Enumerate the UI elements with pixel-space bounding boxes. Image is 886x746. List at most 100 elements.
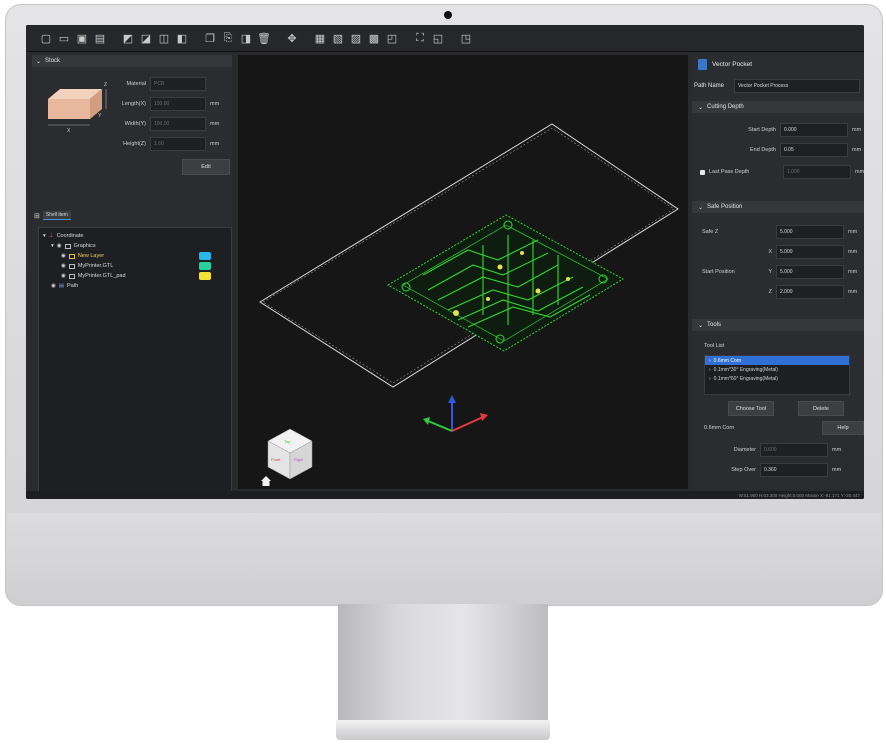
tool-name: 0.1mm*30° Engraving(Metal) [713, 366, 778, 373]
eye-icon[interactable]: ◉ [61, 263, 66, 269]
collapse-icon[interactable]: ▾ [51, 243, 54, 249]
z-field[interactable]: 2.000 [776, 285, 844, 299]
diameter-field[interactable]: 0.600 [760, 443, 828, 457]
new-file-icon[interactable]: ▢ [38, 30, 54, 46]
last-pass-row: Last Pass Depth 1.000 mm [700, 165, 864, 179]
copy-icon[interactable]: ❐ [202, 30, 218, 46]
safe-z-field[interactable]: 5.000 [776, 225, 844, 239]
axis-z-label: Z [104, 82, 107, 88]
cube-front-label: Front [271, 457, 281, 462]
chevron-down-icon: ⌄ [698, 322, 704, 329]
ungroup-icon[interactable]: ▨ [348, 30, 364, 46]
open-folder-icon[interactable]: ▭ [56, 30, 72, 46]
length-field[interactable]: 100.00 [150, 97, 206, 111]
layer-icon [68, 273, 75, 279]
chevron-down-icon: ⌄ [698, 104, 704, 111]
unit-label: mm [832, 467, 842, 473]
cutting-depth-header[interactable]: ⌄ Cutting Depth [692, 101, 864, 113]
tree-item-label: Coordinate [56, 233, 84, 239]
mirror-icon[interactable]: ◨ [238, 30, 254, 46]
unit-label: mm [855, 169, 864, 175]
edit-button[interactable]: Edit [182, 159, 230, 175]
eye-icon[interactable]: ◉ [57, 243, 62, 249]
preview-icon[interactable]: ◱ [430, 30, 446, 46]
fit-view-icon[interactable]: ⛶ [412, 30, 428, 46]
3d-viewport[interactable]: Top Front Right [238, 55, 688, 489]
x-field[interactable]: 5.000 [776, 245, 844, 259]
safe-position-header[interactable]: ⌄ Safe Position [692, 201, 864, 213]
eye-icon[interactable]: ◉ [61, 273, 66, 279]
stock-header[interactable]: ⌄ Stock [32, 55, 232, 67]
tree-item-new-layer[interactable]: ◉ New Layer [61, 253, 104, 259]
last-pass-label: Last Pass Depth [709, 169, 750, 175]
material-row: Material PCB [116, 77, 206, 91]
tree-item-path[interactable]: ◉ ▤ Path [51, 283, 78, 289]
eye-icon[interactable]: ◉ [61, 253, 66, 259]
import-image-icon[interactable]: ◪ [138, 30, 154, 46]
tool-list-label: Tool List [704, 343, 725, 349]
group-icon[interactable]: ▧ [330, 30, 346, 46]
unit-label: mm [848, 229, 858, 235]
tool-name: 0.1mm*60° Engraving(Metal) [713, 375, 778, 382]
tree-item-gtl-pad[interactable]: ◉ MyPrinter.GTL_pad [61, 273, 126, 279]
export-icon[interactable]: ◳ [458, 30, 474, 46]
align-icon[interactable]: ▦ [312, 30, 328, 46]
width-field[interactable]: 100.00 [150, 117, 206, 131]
y-label: Y [768, 269, 772, 275]
tree-item-graphics[interactable]: ▾ ◉ Graphics [51, 243, 96, 249]
length-label: Length(X) [121, 101, 146, 107]
material-label: Material [126, 81, 146, 87]
layer-color-swatch[interactable] [199, 252, 211, 260]
tree-item-label: MyPrinter.GTL_pad [77, 273, 126, 279]
start-depth-field[interactable]: 0.000 [780, 123, 848, 137]
boolean-icon[interactable]: ▩ [366, 30, 382, 46]
last-pass-field[interactable]: 1.000 [783, 165, 851, 179]
eye-icon[interactable]: ◉ [51, 283, 56, 289]
tool-list: › 0.6mm Corn › 0.1mm*30° Engraving(Metal… [704, 355, 850, 395]
help-button[interactable]: Help [822, 421, 864, 435]
y-field[interactable]: 5.000 [776, 265, 844, 279]
choose-tool-button[interactable]: Choose Tool [728, 401, 774, 416]
transform-icon[interactable]: ✥ [284, 30, 300, 46]
save-icon[interactable]: ▣ [74, 30, 90, 46]
step-over-field[interactable]: 0.360 [760, 463, 828, 477]
tree-tab[interactable]: Shell item [42, 211, 71, 220]
offset-icon[interactable]: ◰ [384, 30, 400, 46]
tool-list-item[interactable]: › 0.6mm Corn [705, 356, 849, 365]
layer-color-swatch[interactable] [199, 262, 211, 270]
left-panel: ⌄ Stock X Z Y Material PCB Length(X) 100… [32, 55, 232, 499]
right-panel: Vector Pocket Path Name Vector Pocket Pr… [692, 55, 864, 489]
delete-tool-button[interactable]: Delete [798, 401, 844, 416]
layer-icon [68, 263, 75, 269]
end-depth-row: End Depth 0.05 mm [732, 143, 861, 157]
save-as-icon[interactable]: ▤ [92, 30, 108, 46]
home-icon[interactable] [261, 476, 271, 486]
app-window: ▢ ▭ ▣ ▤ ◩ ◪ ◫ ◧ ❐ ⎘ ◨ 🗑 ✥ ▦ ▧ ▨ ▩ ◰ ⛶ ◱ … [26, 25, 864, 499]
tool-list-item[interactable]: › 0.1mm*60° Engraving(Metal) [705, 374, 849, 383]
tool-list-item[interactable]: › 0.1mm*30° Engraving(Metal) [705, 365, 849, 374]
safe-position-label: Safe Position [707, 204, 743, 210]
start-depth-row: Start Depth 0.000 mm [732, 123, 861, 137]
x-label: X [768, 249, 772, 255]
paste-icon[interactable]: ⎘ [220, 30, 236, 46]
import-icon[interactable]: ◩ [120, 30, 136, 46]
length-unit: mm [210, 101, 220, 107]
tree-item-label: New Layer [77, 253, 105, 259]
path-name-field[interactable]: Vector Pocket Process [734, 79, 860, 93]
import-vector-icon[interactable]: ◫ [156, 30, 172, 46]
tool-name: 0.6mm Corn [713, 357, 742, 364]
add-icon[interactable]: ⊞ [34, 212, 40, 220]
collapse-icon[interactable]: ▾ [43, 233, 46, 239]
height-field[interactable]: 1.60 [150, 137, 206, 151]
last-pass-checkbox[interactable] [700, 169, 705, 175]
selected-tool-label: 0.6mm Corn [704, 425, 735, 431]
delete-icon[interactable]: 🗑 [256, 30, 272, 46]
layer-color-swatch[interactable] [199, 272, 211, 280]
import-model-icon[interactable]: ◧ [174, 30, 190, 46]
tools-header[interactable]: ⌄ Tools [692, 319, 864, 331]
tree-item-gtl[interactable]: ◉ MyPrinter.GTL [61, 263, 113, 269]
end-depth-field[interactable]: 0.05 [780, 143, 848, 157]
end-depth-label: End Depth [750, 147, 776, 153]
material-field[interactable]: PCB [150, 77, 206, 91]
tree-item-coordinate[interactable]: ▾ ⊥ Coordinate [43, 233, 83, 239]
